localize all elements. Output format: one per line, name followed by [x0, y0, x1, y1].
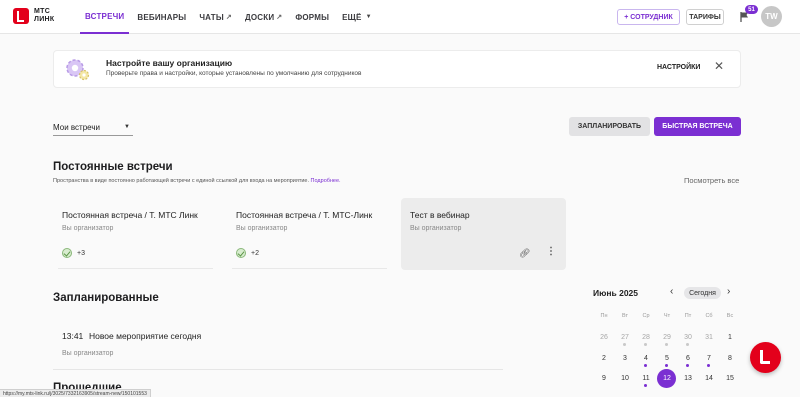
calendar-day[interactable]: 4 [636, 355, 656, 362]
nav-chats[interactable]: ЧАТЫ ↗ [194, 0, 237, 34]
calendar-day[interactable]: 13 [678, 375, 698, 382]
quick-meeting-button[interactable]: БЫСТРАЯ ВСТРЕЧА [654, 117, 741, 136]
calendar-day[interactable]: 15 [720, 375, 740, 382]
card-title: Тест в вебинар [410, 210, 470, 220]
schedule-button[interactable]: ЗАПЛАНИРОВАТЬ [569, 117, 650, 136]
calendar-day[interactable]: 3 [615, 355, 635, 362]
external-link-icon: ↗ [276, 14, 283, 21]
card-title: Постоянная встреча / Т. МТС-Линк [236, 210, 373, 220]
event-organizer: Вы организатор [62, 350, 114, 357]
card-organizer: Вы организатор [410, 225, 462, 232]
scheduled-title: Запланированные [53, 292, 159, 304]
calendar-day[interactable]: 2 [594, 355, 614, 362]
calendar-month: Июнь 2025 [593, 288, 638, 298]
weekday-label: Сб [705, 313, 713, 319]
participants-icon [62, 248, 72, 258]
calendar-day[interactable]: 28 [636, 334, 656, 341]
calendar-day[interactable]: 5 [657, 355, 677, 362]
scheduled-event-row[interactable]: 13:41 Новое мероприятие сегодня Вы орган… [53, 320, 503, 370]
add-employee-button[interactable]: + СОТРУДНИК [617, 9, 680, 25]
permanent-meeting-card[interactable]: Постоянная встреча / Т. МТС-Линк Вы орга… [227, 198, 392, 270]
calendar-day-selected[interactable]: 12 [657, 375, 677, 382]
event-dot [644, 343, 647, 346]
card-organizer: Вы организатор [236, 225, 288, 232]
calendar-day[interactable]: 6 [678, 355, 698, 362]
chevron-right-icon[interactable]: › [727, 286, 730, 297]
logo-text-line1: МТС [34, 8, 51, 15]
banner-subtitle: Проверьте права и настройки, которые уст… [106, 70, 362, 77]
card-organizer: Вы организатор [62, 225, 114, 232]
tariffs-button[interactable]: ТАРИФЫ [686, 9, 724, 25]
card-title: Постоянная встреча / Т. МТС Линк [62, 210, 198, 220]
calendar-day[interactable]: 11 [636, 375, 656, 382]
weekday-label: Вс [726, 313, 734, 319]
permanent-meetings-subtitle: Пространства в виде постоянно работающей… [53, 178, 341, 184]
calendar-day[interactable]: 10 [615, 375, 635, 382]
card-divider [232, 268, 387, 269]
chevron-down-icon: ▼ [124, 124, 130, 130]
weekday-label: Чт [663, 313, 671, 319]
copy-link-icon[interactable]: 🔗︎ [519, 248, 530, 259]
event-dot [665, 343, 668, 346]
meetings-filter-select[interactable]: Мои встречи ▼ [53, 123, 133, 136]
calendar-day[interactable]: 9 [594, 375, 614, 382]
calendar-day[interactable]: 31 [699, 334, 719, 341]
external-link-icon: ↗ [225, 14, 232, 21]
nav-meetings[interactable]: ВСТРЕЧИ [80, 0, 130, 34]
weekday-label: Вт [621, 313, 628, 319]
logo-text-line2: ЛИНК [34, 16, 55, 23]
event-dot [686, 343, 689, 346]
weekday-label: Пт [684, 313, 692, 319]
weekday-label: Пн [600, 313, 608, 319]
chevron-left-icon[interactable]: ‹ [670, 286, 673, 297]
event-dot [707, 364, 710, 367]
calendar-day[interactable]: 30 [678, 334, 698, 341]
event-time: 13:41 [62, 331, 84, 341]
mts-link-logo[interactable]: МТС ЛИНК [13, 8, 54, 24]
user-avatar[interactable]: TW [761, 6, 782, 27]
permanent-meeting-card[interactable]: Постоянная встреча / Т. МТС Линк Вы орга… [53, 198, 218, 270]
participants-count: +3 [62, 248, 85, 258]
nav-forms[interactable]: ФОРМЫ [290, 0, 334, 34]
status-bar-url: https://my.mts-link.ru/j/3025/7332163905… [0, 389, 151, 397]
calendar-day[interactable]: 8 [720, 355, 740, 362]
calendar-day[interactable]: 27 [615, 334, 635, 341]
event-dot [686, 364, 689, 367]
view-all-link[interactable]: Посмотреть все [684, 176, 739, 185]
nav-more[interactable]: ЕЩЁ ▼ [337, 0, 377, 34]
top-header: МТС ЛИНК ВСТРЕЧИ ВЕБИНАРЫ ЧАТЫ ↗ ДОСКИ ↗ Ф… [0, 0, 800, 34]
banner-title: Настройте вашу организацию [106, 58, 233, 68]
gear-illustration-icon [66, 59, 90, 81]
event-dot [644, 364, 647, 367]
permanent-meeting-card-hovered[interactable]: Тест в вебинар Вы организатор 🔗︎ ⋮ [401, 198, 566, 270]
notification-count-badge: 51 [745, 5, 758, 14]
participants-icon [236, 248, 246, 258]
more-options-icon[interactable]: ⋮ [546, 246, 556, 257]
today-button[interactable]: Сегодня [684, 287, 721, 299]
chevron-down-icon: ▼ [365, 14, 372, 20]
calendar-day[interactable]: 14 [699, 375, 719, 382]
main-nav: ВСТРЕЧИ ВЕБИНАРЫ ЧАТЫ ↗ ДОСКИ ↗ ФОРМЫ ЕЩЁ ▼ [80, 0, 380, 34]
nav-webinars[interactable]: ВЕБИНАРЫ [132, 0, 191, 34]
setup-organization-banner: Настройте вашу организацию Проверьте пра… [53, 50, 741, 88]
event-dot [665, 364, 668, 367]
calendar-day[interactable]: 1 [720, 334, 740, 341]
learn-more-link[interactable]: Подробнее. [311, 178, 341, 184]
banner-settings-button[interactable]: НАСТРОЙКИ [657, 64, 700, 71]
logo-mark-icon [13, 8, 29, 24]
event-name: Новое мероприятие сегодня [89, 331, 202, 341]
participants-count: +2 [236, 248, 259, 258]
card-divider [58, 268, 213, 269]
event-dot [644, 384, 647, 387]
mts-link-assistant-button[interactable] [750, 342, 781, 373]
permanent-meetings-title: Постоянные встречи [53, 161, 173, 173]
nav-boards[interactable]: ДОСКИ ↗ [240, 0, 287, 34]
close-icon[interactable]: ✕ [714, 60, 724, 72]
weekday-label: Ср [642, 313, 650, 319]
event-dot [623, 343, 626, 346]
calendar-day[interactable]: 26 [594, 334, 614, 341]
calendar-day[interactable]: 7 [699, 355, 719, 362]
calendar-day[interactable]: 29 [657, 334, 677, 341]
